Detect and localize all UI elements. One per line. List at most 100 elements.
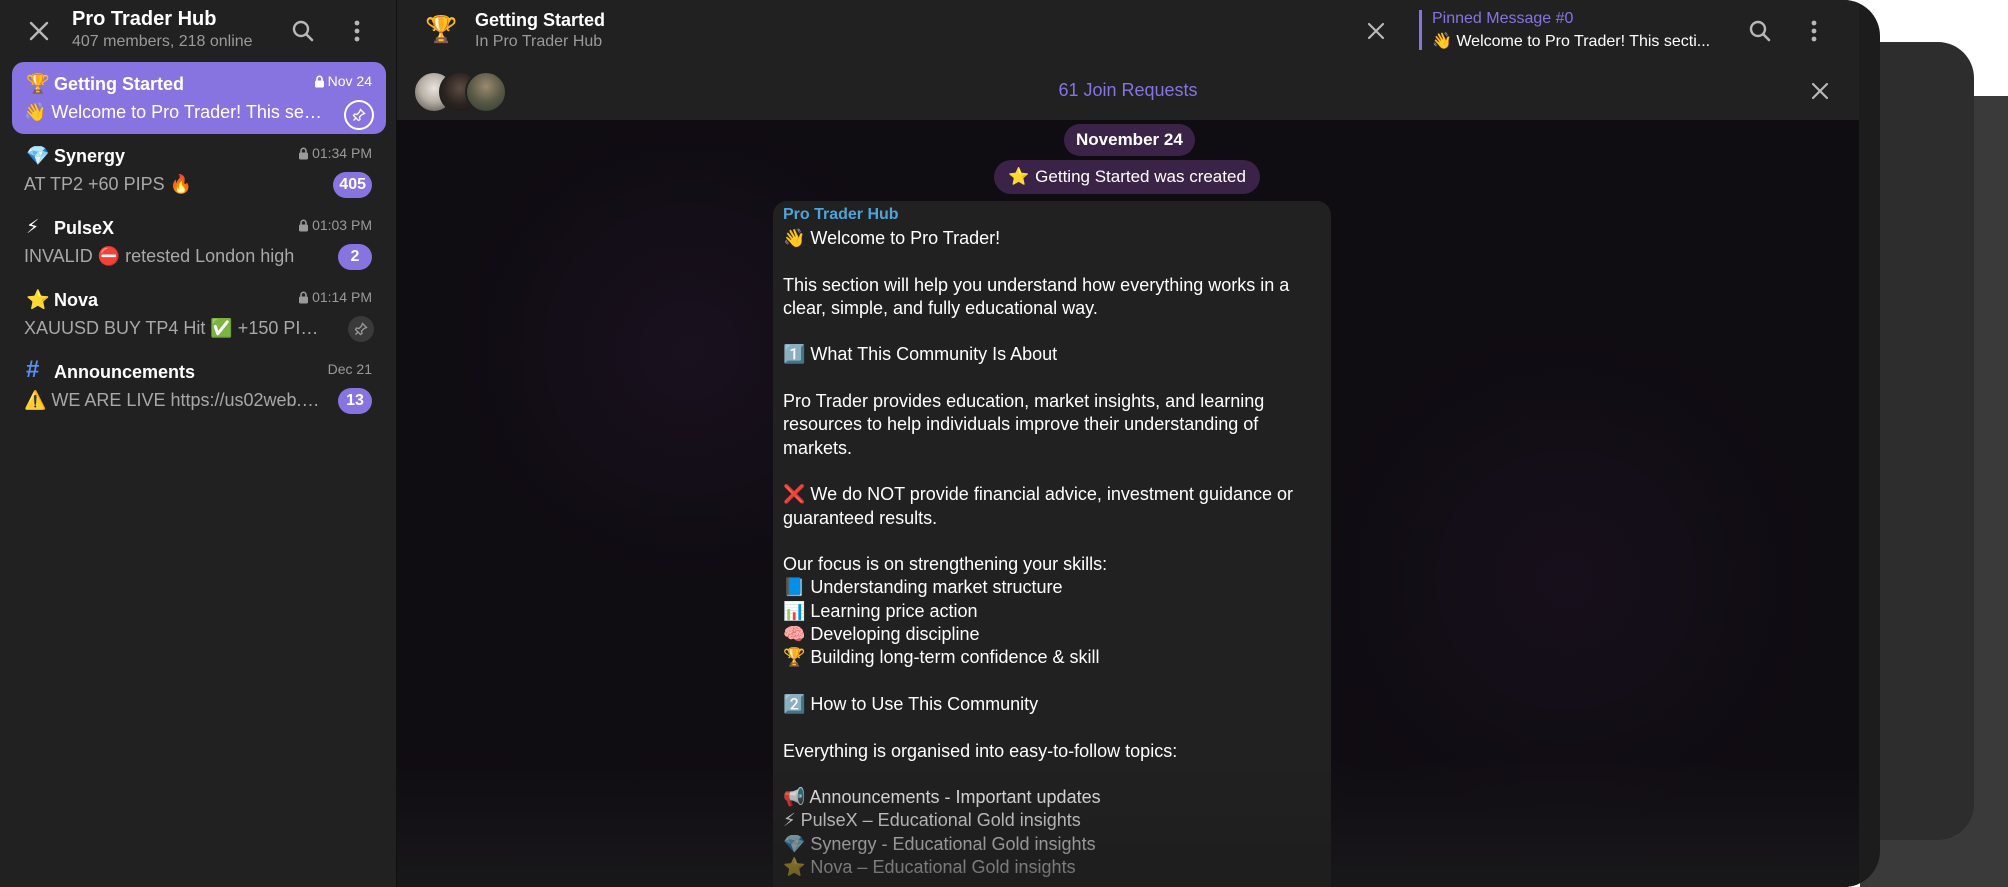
message-line: resources to help individuals improve th… [783, 414, 1259, 435]
topic-item-pulsex[interactable]: ⚡ PulseX 01:03 PM INVALID ⛔ retested Lon… [12, 206, 386, 278]
close-icon [29, 21, 49, 41]
join-requests-label: 61 Join Requests [1058, 80, 1198, 100]
star-icon: ⭐ [1008, 167, 1030, 186]
group-title: Pro Trader Hub [72, 8, 217, 30]
message-line: 👋 Welcome to Pro Trader! [783, 228, 1001, 248]
message-line: 2️⃣ How to Use This Community [783, 693, 1039, 714]
message-line: markets. [783, 437, 853, 458]
unread-badge: 405 [333, 172, 372, 198]
search-icon [292, 20, 314, 42]
app-window: Pro Trader Hub 407 members, 218 online 🏆… [0, 0, 1880, 887]
sidebar-close-button[interactable] [22, 14, 56, 48]
topic-item-nova[interactable]: ⭐ Nova 01:14 PM XAUUSD BUY TP4 Hit ✅ +15… [12, 278, 386, 350]
sidebar: Pro Trader Hub 407 members, 218 online 🏆… [0, 0, 397, 887]
message-line: 📘 Understanding market structure [783, 577, 1063, 598]
lightning-icon: ⚡ [26, 217, 40, 238]
lock-icon [299, 147, 309, 159]
sidebar-more-button[interactable] [340, 14, 374, 48]
lock-icon [299, 291, 309, 303]
message-line: ⭐ Nova – Educational Gold insights [783, 857, 1076, 878]
service-message: ⭐ Getting Started was created [994, 160, 1260, 194]
topic-time-label: Dec 21 [327, 361, 372, 377]
message-text: 👋 Welcome to Pro Trader! This section wi… [783, 227, 1321, 879]
message-line: This section will help you understand ho… [783, 274, 1290, 295]
message-line [783, 716, 1321, 739]
message-sender[interactable]: Pro Trader Hub [783, 206, 899, 224]
topic-name: PulseX [54, 218, 115, 238]
message-bubble[interactable]: Pro Trader Hub 👋 Welcome to Pro Trader! … [773, 201, 1331, 887]
pinned-message-label: Pinned Message #0 [1432, 10, 1574, 27]
topic-time: 01:14 PM [298, 289, 372, 305]
topic-last-message: INVALID ⛔ retested London high [24, 246, 295, 266]
topic-item-synergy[interactable]: 💎 Synergy 01:34 PM AT TP2 +60 PIPS 🔥 405 [12, 134, 386, 206]
service-message-text: Getting Started was created [1035, 167, 1246, 186]
topic-name: Synergy [54, 146, 126, 166]
message-line: 1️⃣ What This Community Is About [783, 344, 1058, 365]
topic-name: Announcements [54, 362, 196, 382]
message-line [783, 367, 1321, 390]
message-line: Everything is organised into easy-to-fol… [783, 740, 1178, 761]
message-line: Pro Trader provides education, market in… [783, 391, 1265, 412]
message-line [783, 460, 1321, 483]
message-line [783, 763, 1321, 786]
message-line: guaranteed results. [783, 507, 938, 528]
chat-more-button[interactable] [1797, 14, 1831, 48]
message-line: clear, simple, and fully educational way… [783, 297, 1098, 318]
topic-time: 01:34 PM [298, 145, 372, 161]
message-line [783, 320, 1321, 343]
sidebar-header: Pro Trader Hub 407 members, 218 online [0, 0, 396, 60]
unread-badge: 2 [338, 244, 372, 270]
lock-icon [299, 219, 309, 231]
message-line: ⚡ PulseX – Educational Gold insights [783, 810, 1081, 831]
topic-name: Nova [54, 290, 99, 310]
topic-last-message: XAUUSD BUY TP4 Hit ✅ +150 PIPS D... [24, 318, 324, 338]
topic-time-label: 01:34 PM [312, 145, 372, 161]
search-icon [1749, 20, 1771, 42]
close-topic-button[interactable] [1359, 14, 1393, 48]
message-line: 📢 Announcements - Important updates [783, 787, 1101, 808]
message-line [783, 530, 1321, 553]
message-line [783, 670, 1321, 693]
hashtag-icon: # [26, 356, 40, 383]
topic-item-getting-started[interactable]: 🏆 Getting Started Nov 24 👋 Welcome to Pr… [12, 62, 386, 134]
lock-icon [314, 75, 324, 87]
topic-time-label: Nov 24 [327, 73, 372, 89]
gem-icon: 💎 [26, 146, 50, 167]
message-line: ❌ We do NOT provide financial advice, in… [783, 484, 1294, 505]
sidebar-search-button[interactable] [286, 14, 320, 48]
star-icon: ⭐ [26, 290, 50, 311]
topic-title[interactable]: Getting Started [475, 10, 605, 31]
close-icon [1811, 82, 1829, 100]
topic-time-label: 01:14 PM [312, 289, 372, 305]
message-line: 🧠 Developing discipline [783, 624, 980, 645]
join-requests-bar[interactable]: 61 Join Requests [397, 62, 1859, 120]
topic-list: 🏆 Getting Started Nov 24 👋 Welcome to Pr… [12, 62, 386, 422]
trophy-icon: 🏆 [425, 14, 458, 44]
chat-search-button[interactable] [1743, 14, 1777, 48]
message-line: 📊 Learning price action [783, 600, 978, 621]
chat-header: 🏆 Getting Started In Pro Trader Hub Pinn… [397, 0, 1859, 63]
pinned-message-bar[interactable]: Pinned Message #0 👋 Welcome to Pro Trade… [1419, 10, 1742, 50]
topic-last-message: 👋 Welcome to Pro Trader! This secti... [24, 102, 324, 122]
topic-name: Getting Started [54, 74, 185, 94]
pin-icon [344, 100, 374, 130]
group-member-count: 407 members, 218 online [72, 33, 253, 50]
topic-time: Nov 24 [314, 73, 372, 89]
topic-time: Dec 21 [328, 361, 372, 377]
topic-last-message: ⚠️ WE ARE LIVE https://us02web.z... [24, 390, 324, 410]
pin-icon [348, 316, 374, 342]
topic-time-label: 01:03 PM [312, 217, 372, 233]
message-line: Our focus is on strengthening your skill… [783, 554, 1108, 575]
topic-subtitle: In Pro Trader Hub [475, 33, 603, 50]
more-vertical-icon [354, 20, 360, 42]
topic-last-message: AT TP2 +60 PIPS 🔥 [24, 174, 192, 194]
message-line: 🏆 Building long-term confidence & skill [783, 647, 1100, 668]
dismiss-join-requests-button[interactable] [1803, 74, 1837, 108]
date-separator: November 24 [1064, 124, 1195, 156]
trophy-icon: 🏆 [26, 74, 50, 95]
more-vertical-icon [1811, 20, 1817, 42]
close-icon [1367, 22, 1385, 40]
topic-item-announcements[interactable]: # Announcements Dec 21 ⚠️ WE ARE LIVE ht… [12, 350, 386, 422]
unread-badge: 13 [338, 388, 372, 414]
pinned-message-text: 👋 Welcome to Pro Trader! This secti... [1432, 33, 1711, 50]
